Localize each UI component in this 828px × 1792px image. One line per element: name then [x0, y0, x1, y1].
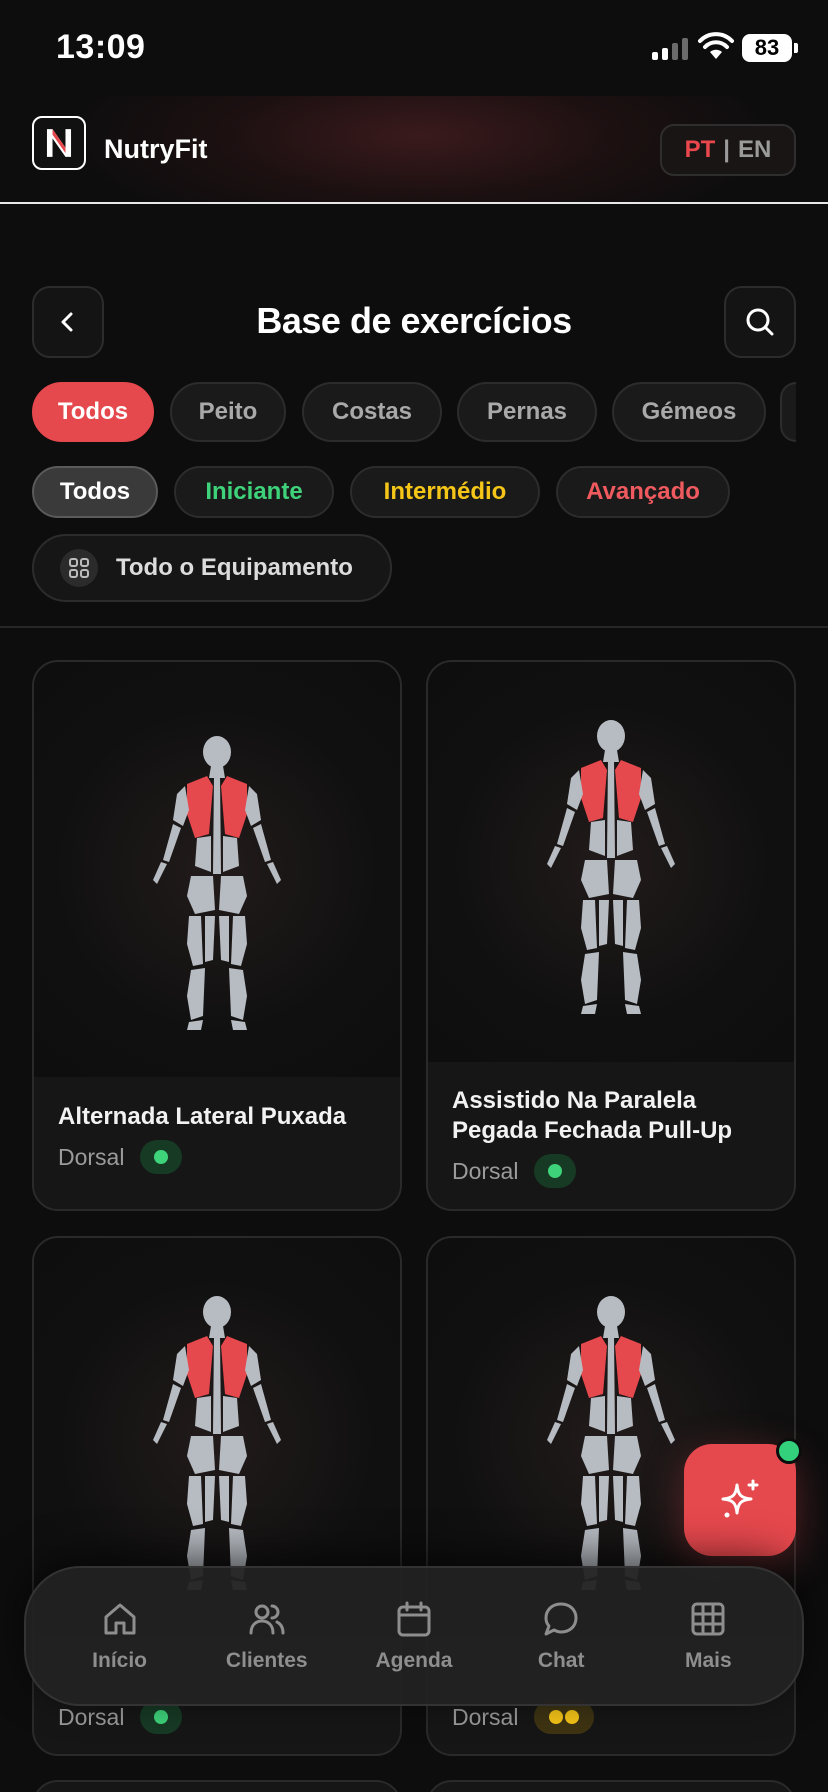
signal-icon — [652, 36, 688, 60]
filter-level-advanced[interactable]: Avançado — [556, 466, 730, 518]
filter-muscle-back[interactable]: Costas — [302, 382, 442, 442]
status-time: 13:09 — [56, 28, 146, 66]
nav-home-label: Início — [92, 1649, 148, 1672]
equipment-filter-label: Todo o Equipamento — [116, 554, 353, 581]
notification-dot — [776, 1438, 802, 1464]
ai-assistant-button[interactable] — [684, 1438, 802, 1556]
nav-chat[interactable]: Chat — [496, 1599, 626, 1673]
nav-agenda-label: Agenda — [375, 1649, 453, 1672]
level-badge-beginner — [534, 1154, 576, 1188]
filter-level-intermediate[interactable]: Intermédio — [350, 466, 540, 518]
nav-agenda[interactable]: Agenda — [349, 1599, 479, 1673]
language-toggle[interactable]: PT | EN — [660, 124, 796, 176]
users-icon — [249, 1604, 285, 1635]
lang-separator: | — [723, 136, 731, 163]
brand-name: NutryFit — [104, 134, 208, 164]
exercise-name: Assistido Na Paralela Pegada Fechada Pul… — [452, 1087, 733, 1144]
exercise-card[interactable]: Assistido Na Paralela Pegada Fechada Pul… — [426, 660, 796, 1211]
status-bar: 13:09 83 — [0, 0, 828, 96]
muscle-diagram — [153, 1296, 281, 1590]
search-icon — [746, 308, 774, 336]
level-badge-beginner — [140, 1140, 182, 1174]
app-header: NutryFit PT | EN — [0, 96, 828, 204]
bottom-nav: Início Clientes Agenda Chat Mais — [24, 1566, 804, 1706]
divider — [0, 626, 828, 628]
equipment-filter[interactable]: Todo o Equipamento — [32, 534, 392, 602]
grid-icon — [691, 1602, 725, 1636]
muscle-diagram — [547, 720, 675, 1014]
lang-pt[interactable]: PT — [685, 136, 716, 164]
exercise-muscle: Dorsal — [452, 1704, 519, 1730]
exercise-card[interactable] — [426, 1780, 796, 1792]
nav-home[interactable]: Início — [55, 1599, 185, 1673]
muscle-diagram — [153, 736, 281, 1030]
exercise-muscle: Dorsal — [452, 1158, 519, 1184]
page-title: Base de exercícios — [256, 300, 572, 341]
wifi-icon — [698, 32, 734, 59]
filter-muscle-legs[interactable]: Pernas — [457, 382, 597, 442]
nutryfit-logo[interactable] — [32, 116, 86, 170]
filter-muscle-all[interactable]: Todos — [32, 382, 154, 442]
nav-chat-label: Chat — [537, 1649, 585, 1672]
sparkles-icon — [721, 1479, 759, 1518]
chat-icon — [544, 1602, 578, 1636]
grid-icon — [60, 549, 98, 587]
filter-level-all[interactable]: Todos — [32, 466, 158, 518]
nav-more-label: Mais — [685, 1649, 732, 1672]
filter-muscle-chest[interactable]: Peito — [170, 382, 286, 442]
filter-level-beginner[interactable]: Iniciante — [174, 466, 334, 518]
exercise-card[interactable] — [32, 1780, 402, 1792]
filter-muscle-more[interactable] — [780, 382, 796, 442]
search-button[interactable] — [724, 286, 796, 358]
exercise-card[interactable]: Alternada Lateral Puxada Dorsal — [32, 660, 402, 1211]
nav-more[interactable]: Mais — [643, 1599, 773, 1673]
exercise-name: Alternada Lateral Puxada — [58, 1103, 347, 1130]
calendar-icon — [397, 1601, 431, 1637]
filter-muscle-calves[interactable]: Gémeos — [612, 382, 766, 442]
lang-en[interactable]: EN — [738, 136, 771, 164]
nav-clients[interactable]: Clientes — [202, 1599, 332, 1673]
exercise-muscle: Dorsal — [58, 1704, 125, 1730]
exercise-image — [428, 662, 794, 1062]
battery-icon: 83 — [742, 34, 798, 62]
muscle-diagram — [547, 1296, 675, 1590]
home-icon — [104, 1603, 136, 1635]
exercise-muscle: Dorsal — [58, 1144, 125, 1170]
exercise-image — [34, 662, 400, 1077]
nav-clients-label: Clientes — [225, 1649, 308, 1672]
